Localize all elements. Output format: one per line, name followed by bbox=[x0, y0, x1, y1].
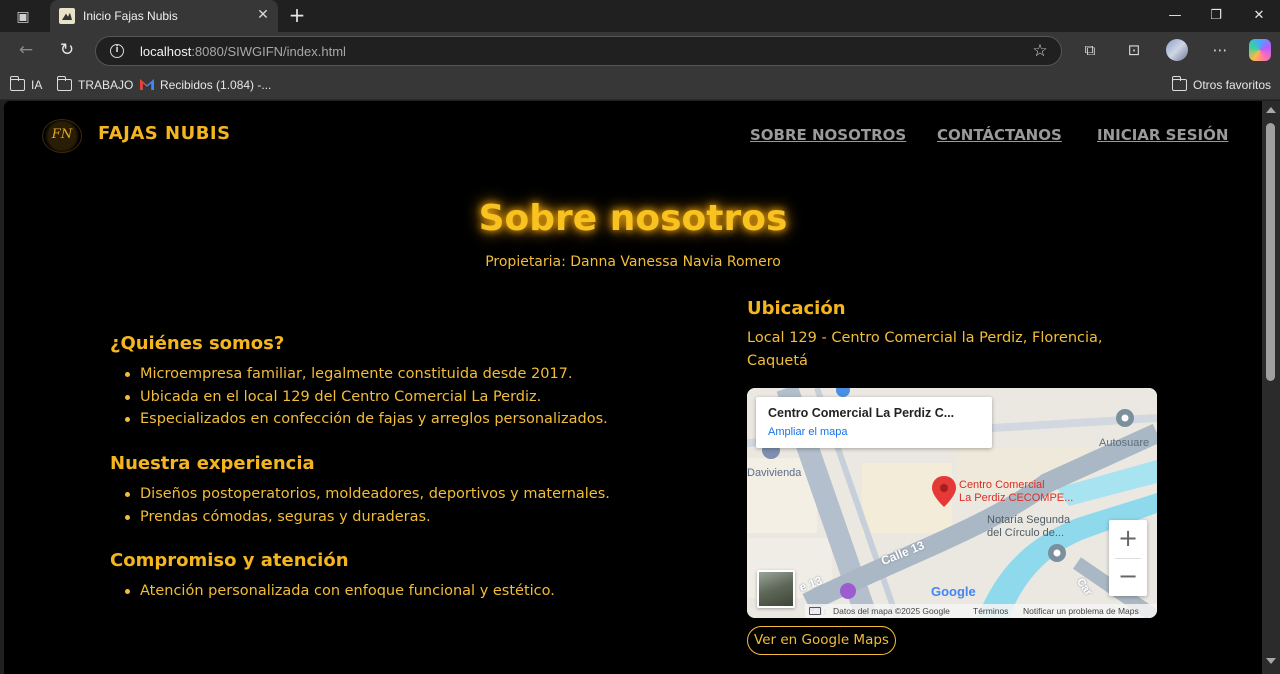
url-host: localhost bbox=[140, 44, 192, 59]
owner-subtitle: Propietaria: Danna Vanessa Navia Romero bbox=[485, 254, 781, 270]
scroll-down-icon[interactable] bbox=[1266, 658, 1276, 664]
folder-icon bbox=[1171, 76, 1187, 91]
nav-login-link[interactable]: INICIAR SESIÓN bbox=[1097, 126, 1228, 144]
browser-tab-bar: ▣ Inicio Fajas Nubis ✕ + — ❐ ✕ bbox=[0, 0, 1280, 32]
site-info-icon[interactable]: i bbox=[110, 44, 124, 58]
profile-avatar[interactable] bbox=[1166, 39, 1188, 61]
copilot-icon[interactable] bbox=[1249, 39, 1271, 61]
street-view-thumbnail[interactable] bbox=[757, 570, 795, 608]
site-logo[interactable]: FN bbox=[42, 119, 82, 153]
list-item: Prendas cómodas, seguras y duraderas. bbox=[122, 506, 610, 529]
reload-icon[interactable]: ↻ bbox=[57, 40, 77, 60]
map-place-card: Centro Comercial La Perdiz C... Ampliar … bbox=[756, 397, 992, 448]
extensions-icon[interactable]: ⧉ bbox=[1080, 40, 1100, 60]
experience-list: Diseños postoperatorios, moldeadores, de… bbox=[122, 483, 610, 528]
scroll-thumb[interactable] bbox=[1266, 123, 1275, 381]
section-heading-experience: Nuestra experiencia bbox=[110, 453, 315, 474]
map-expand-link[interactable]: Ampliar el mapa bbox=[768, 426, 847, 438]
keyboard-icon[interactable] bbox=[809, 607, 821, 615]
tab-title: Inicio Fajas Nubis bbox=[83, 9, 178, 23]
site-favicon-icon bbox=[59, 8, 75, 24]
map-place-davivienda[interactable]: Davivienda bbox=[747, 467, 801, 479]
gmail-icon bbox=[140, 79, 154, 90]
screenshot-icon[interactable]: ⊡ bbox=[1124, 40, 1144, 60]
scroll-up-icon[interactable] bbox=[1266, 107, 1276, 113]
logo-monogram: FN bbox=[51, 127, 73, 142]
nav-contact-link[interactable]: CONTÁCTANOS bbox=[937, 126, 1062, 144]
map-place-title: Centro Comercial La Perdiz C... bbox=[768, 406, 955, 420]
pin-label-line: La Perdiz CECOMPE... bbox=[959, 492, 1074, 504]
bookmark-label: TRABAJO bbox=[78, 78, 134, 92]
list-item: Especializados en confección de fajas y … bbox=[122, 408, 608, 431]
map-attribution-bar: Datos del mapa ©2025 Google Términos Not… bbox=[805, 604, 1157, 618]
location-heading: Ubicación bbox=[747, 298, 846, 319]
map-report-link[interactable]: Notificar un problema de Maps bbox=[1023, 604, 1139, 618]
map-place-notaria[interactable]: Notaría Segunda del Círculo de... bbox=[987, 514, 1070, 540]
list-item: Ubicada en el local 129 del Centro Comer… bbox=[122, 386, 608, 409]
bookmark-ia[interactable]: IA bbox=[9, 76, 43, 94]
bookmark-label: Otros favoritos bbox=[1193, 78, 1272, 92]
brand-name[interactable]: FAJAS NUBIS bbox=[98, 123, 231, 144]
bookmark-label: Recibidos (1.084) -... bbox=[160, 78, 272, 92]
restore-icon[interactable]: ❐ bbox=[1206, 6, 1226, 26]
bookmark-label: IA bbox=[31, 78, 43, 92]
view-google-maps-button[interactable]: Ver en Google Maps bbox=[747, 626, 896, 655]
new-tab-icon[interactable]: + bbox=[287, 5, 307, 25]
page-title: Sobre nosotros bbox=[478, 198, 788, 239]
minimize-icon[interactable]: — bbox=[1165, 6, 1185, 26]
address-bar[interactable]: i localhost:8080/SIWGIFN/index.html ☆ bbox=[95, 36, 1062, 66]
close-window-icon[interactable]: ✕ bbox=[1249, 6, 1269, 26]
zoom-in-button[interactable]: + bbox=[1109, 520, 1147, 558]
active-tab[interactable]: Inicio Fajas Nubis ✕ bbox=[50, 0, 278, 32]
about-list: Microempresa familiar, legalmente consti… bbox=[122, 363, 608, 431]
folder-icon bbox=[56, 76, 72, 91]
list-item: Microempresa familiar, legalmente consti… bbox=[122, 363, 608, 386]
url-path: :8080/SIWGIFN/index.html bbox=[191, 44, 346, 59]
map-terms-link[interactable]: Términos bbox=[973, 604, 1008, 618]
page-viewport: FN FAJAS NUBIS SOBRE NOSOTROS CONTÁCTANO… bbox=[4, 101, 1262, 674]
tab-actions-icon[interactable]: ▣ bbox=[14, 8, 32, 26]
tab-close-icon[interactable]: ✕ bbox=[255, 7, 271, 23]
pin-label-line: Centro Comercial bbox=[959, 479, 1045, 491]
bookmark-gmail[interactable]: Recibidos (1.084) -... bbox=[140, 76, 271, 94]
map-place-autosuare[interactable]: Autosuare bbox=[1099, 437, 1149, 449]
back-icon[interactable]: ← bbox=[16, 40, 36, 60]
list-item: Atención personalizada con enfoque funci… bbox=[122, 580, 555, 603]
more-menu-icon[interactable]: ⋯ bbox=[1210, 40, 1230, 60]
google-logo: Google bbox=[931, 584, 976, 599]
embedded-map[interactable]: Centro Comercial La Perdiz C... Ampliar … bbox=[747, 388, 1157, 618]
favorite-star-icon[interactable]: ☆ bbox=[1031, 42, 1049, 60]
section-heading-about: ¿Quiénes somos? bbox=[110, 333, 285, 354]
page-scrollbar[interactable] bbox=[1262, 101, 1280, 674]
list-item: Diseños postoperatorios, moldeadores, de… bbox=[122, 483, 610, 506]
nav-about-link[interactable]: SOBRE NOSOTROS bbox=[750, 126, 906, 144]
notaria-label-line: Notaría Segunda bbox=[987, 514, 1071, 526]
google-logo-text: Google bbox=[931, 584, 976, 599]
url-text: localhost:8080/SIWGIFN/index.html bbox=[140, 43, 346, 60]
map-pin-label[interactable]: Centro Comercial La Perdiz CECOMPE... bbox=[959, 479, 1073, 505]
notaria-label-line: del Círculo de... bbox=[987, 527, 1065, 539]
bookmark-trabajo[interactable]: TRABAJO bbox=[56, 76, 134, 94]
zoom-out-button[interactable]: − bbox=[1109, 558, 1147, 596]
section-heading-commitment: Compromiso y atención bbox=[110, 550, 349, 571]
commitment-list: Atención personalizada con enfoque funci… bbox=[122, 580, 555, 603]
location-address: Local 129 - Centro Comercial la Perdiz, … bbox=[747, 330, 1103, 369]
bookmark-other-favorites[interactable]: Otros favoritos bbox=[1171, 76, 1272, 94]
bookmarks-bar: IA TRABAJO Recibidos (1.084) -... Otros … bbox=[0, 69, 1280, 100]
folder-icon bbox=[9, 76, 25, 91]
map-zoom-control: + − bbox=[1109, 520, 1147, 596]
map-data-text: Datos del mapa ©2025 Google bbox=[833, 606, 950, 616]
browser-toolbar: ← ↻ i localhost:8080/SIWGIFN/index.html … bbox=[0, 32, 1280, 69]
